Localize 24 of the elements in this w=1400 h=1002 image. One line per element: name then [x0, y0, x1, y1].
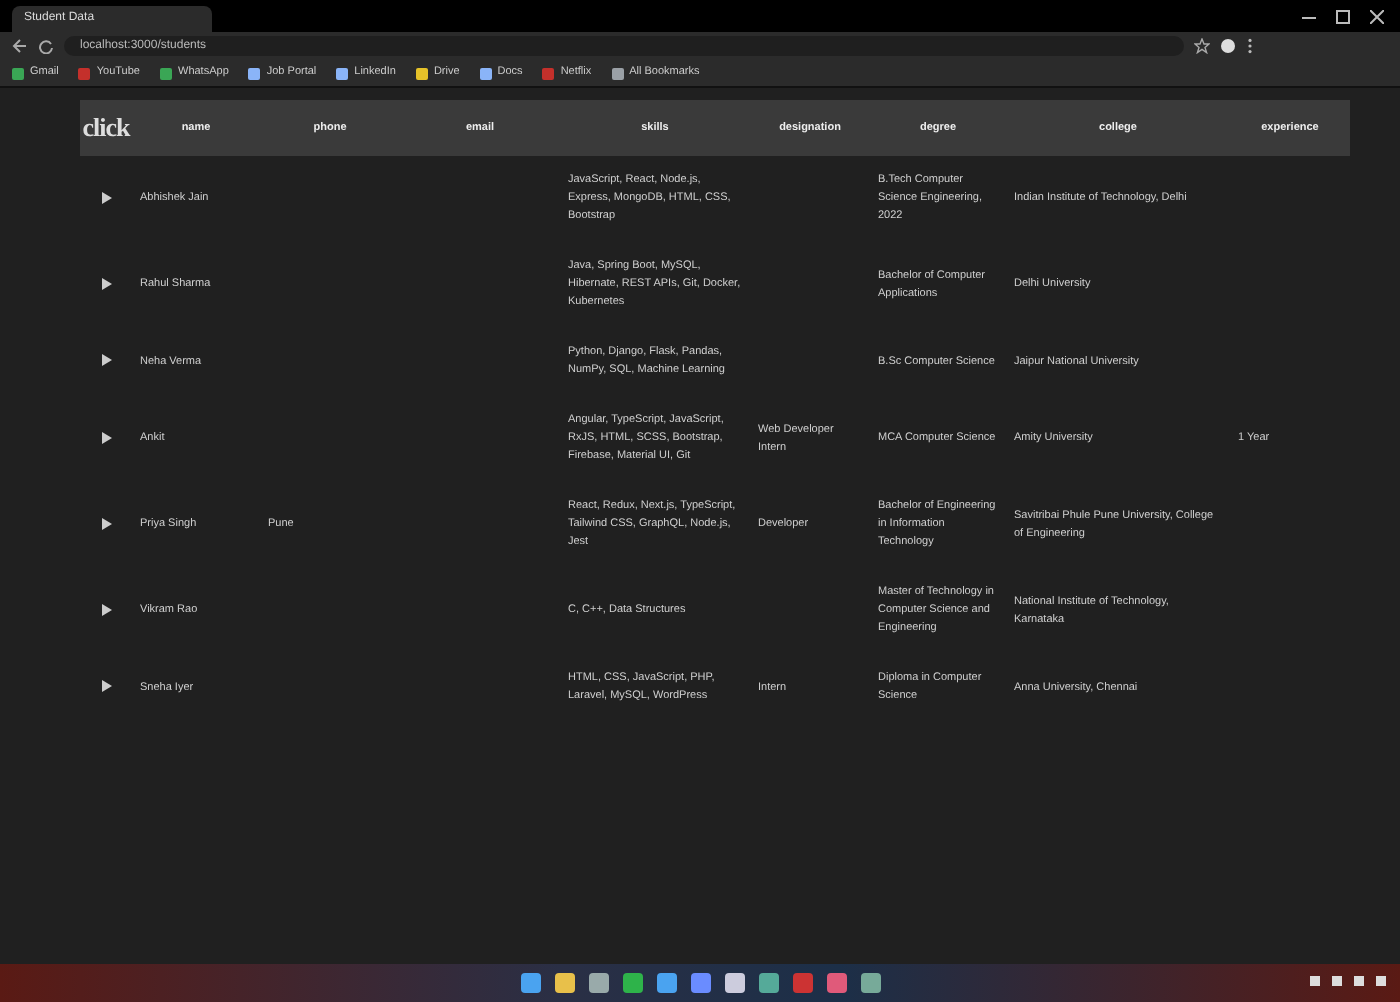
- expand-arrow-icon[interactable]: [101, 680, 111, 693]
- expand-arrow-icon[interactable]: [101, 354, 111, 367]
- profile-icon[interactable]: [1220, 38, 1236, 54]
- reload-icon[interactable]: [38, 38, 54, 54]
- expand-arrow-icon[interactable]: [101, 191, 111, 204]
- app-icon[interactable]: [689, 972, 711, 994]
- app-icon[interactable]: [825, 972, 847, 994]
- app-icon[interactable]: [587, 972, 609, 994]
- app-icon[interactable]: [723, 972, 745, 994]
- maximize-icon[interactable]: [1336, 9, 1350, 23]
- close-icon[interactable]: [1370, 9, 1384, 23]
- expand-arrow-icon[interactable]: [101, 277, 111, 290]
- star-icon[interactable]: [1194, 38, 1210, 54]
- app-icon[interactable]: [519, 972, 541, 994]
- back-arrow-icon[interactable]: [12, 38, 28, 54]
- app-icon[interactable]: [757, 972, 779, 994]
- app-icon[interactable]: [859, 972, 881, 994]
- expand-arrow-icon[interactable]: [101, 431, 111, 444]
- app-icon[interactable]: [553, 972, 575, 994]
- expand-arrow-icon[interactable]: [101, 603, 111, 616]
- more-menu-icon[interactable]: [1246, 38, 1254, 54]
- expand-arrow-icon[interactable]: [101, 517, 111, 530]
- app-icon[interactable]: [655, 972, 677, 994]
- app-icon[interactable]: [621, 972, 643, 994]
